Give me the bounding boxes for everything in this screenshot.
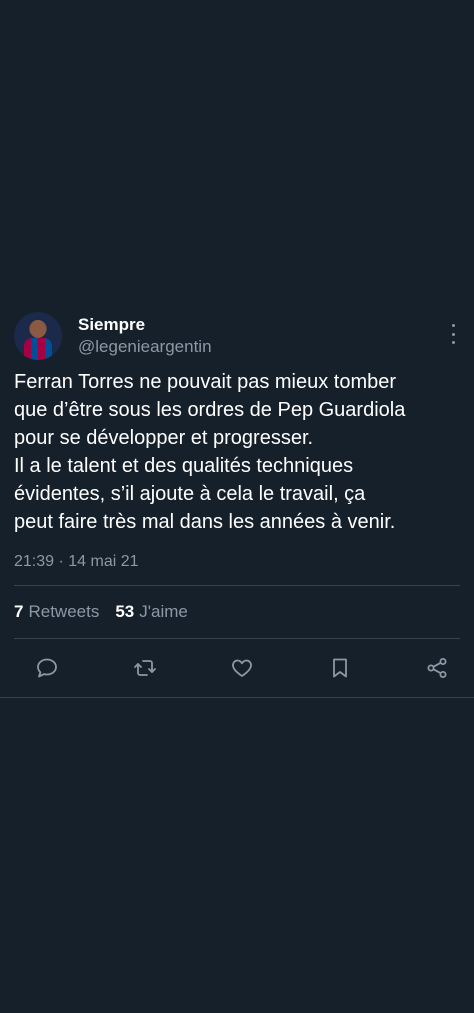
likes-label: J'aime (139, 602, 188, 621)
screen: Siempre @legenieargentin Ferran Torres n… (0, 0, 474, 1013)
bookmark-button[interactable] (327, 655, 353, 681)
retweets-stat[interactable]: 7 Retweets (14, 602, 99, 622)
tweet-text-line: que d’être sous les ordres de Pep Guardi… (14, 399, 406, 421)
more-vertical-icon[interactable] (450, 324, 456, 344)
tweet: Siempre @legenieargentin Ferran Torres n… (0, 312, 474, 698)
heart-icon (232, 659, 252, 677)
retweet-icon (133, 660, 156, 676)
reply-button[interactable] (34, 655, 60, 681)
tweet-timestamp[interactable]: 21:39 · 14 mai 21 (0, 553, 474, 577)
bookmark-icon (332, 658, 347, 678)
tweet-actions (0, 639, 474, 697)
avatar-jersey (24, 338, 52, 360)
tweet-text-line: pour se développer et progresser. (14, 427, 314, 449)
author-display-name[interactable]: Siempre (78, 315, 145, 335)
like-button[interactable] (229, 655, 255, 681)
tweet-text-line: Ferran Torres ne pouvait pas mieux tombe… (14, 371, 397, 393)
retweets-count: 7 (14, 602, 24, 621)
likes-count: 53 (115, 602, 135, 621)
share-button[interactable] (424, 655, 450, 681)
tweet-text-line: peut faire très mal dans les années à ve… (14, 511, 396, 533)
divider (0, 697, 474, 698)
author-handle[interactable]: @legenieargentin (78, 337, 212, 357)
tweet-header: Siempre @legenieargentin (0, 312, 474, 368)
likes-stat[interactable]: 53 J'aime (115, 602, 188, 622)
tweet-text-line: évidentes, s’il ajoute à cela le travail… (14, 483, 366, 505)
share-icon (427, 658, 447, 678)
tweet-stats: 7 Retweets 53 J'aime (0, 586, 474, 638)
retweets-label: Retweets (28, 602, 100, 621)
avatar-head (30, 320, 46, 338)
reply-icon (37, 658, 57, 678)
tweet-text-line: Il a le talent et des qualités technique… (14, 455, 354, 477)
tweet-text: Ferran Torres ne pouvait pas mieux tombe… (0, 368, 474, 536)
avatar[interactable] (14, 312, 62, 360)
retweet-button[interactable] (132, 655, 158, 681)
